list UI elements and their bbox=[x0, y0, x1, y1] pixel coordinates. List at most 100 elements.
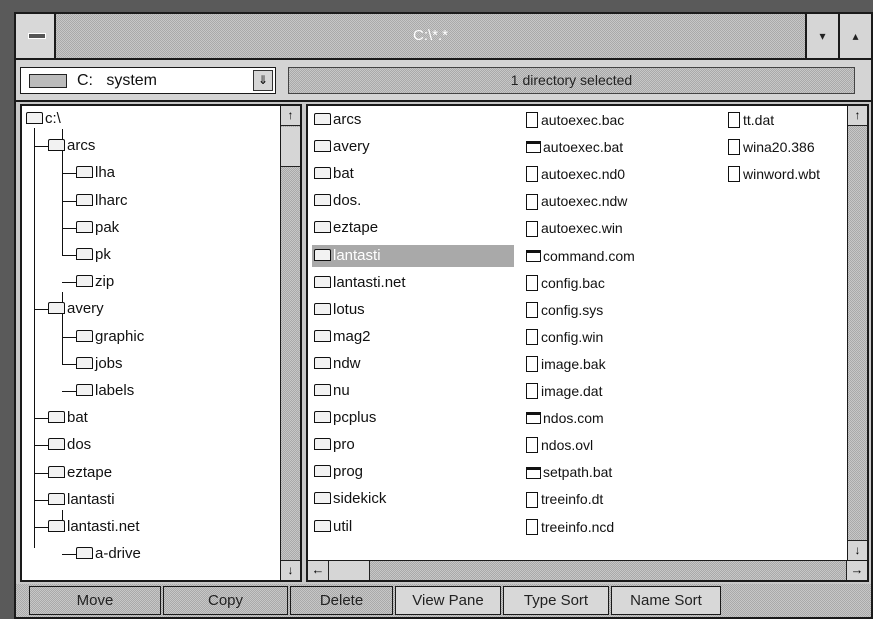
view-pane-button[interactable]: View Pane bbox=[395, 586, 501, 615]
directory-item[interactable]: arcs bbox=[314, 109, 361, 131]
file-item[interactable]: image.bak bbox=[526, 353, 606, 375]
files-scroll-right-button[interactable]: → bbox=[846, 561, 867, 580]
drive-selector[interactable]: C: system ⇓ bbox=[20, 67, 276, 94]
tree-node-label: jobs bbox=[95, 354, 123, 372]
file-item-label: config.win bbox=[541, 328, 604, 345]
tree-node[interactable]: lantasti.net bbox=[48, 516, 140, 538]
files-vertical-scrollbar[interactable]: ↑ ↓ bbox=[847, 106, 867, 580]
minimize-button[interactable]: ▾ bbox=[805, 14, 838, 58]
tree-vertical-scrollbar[interactable]: ↑ ↓ bbox=[280, 106, 300, 580]
files-horizontal-scrollbar[interactable]: ← → bbox=[308, 560, 867, 580]
file-item[interactable]: config.win bbox=[526, 326, 603, 348]
folder-icon bbox=[48, 520, 65, 533]
tree-node[interactable]: pak bbox=[76, 217, 119, 239]
tree-node[interactable]: lharc bbox=[76, 190, 128, 212]
tree-node[interactable]: graphic bbox=[76, 326, 144, 348]
type-sort-button[interactable]: Type Sort bbox=[503, 586, 609, 615]
file-item[interactable]: command.com bbox=[526, 245, 635, 267]
move-button[interactable]: Move bbox=[29, 586, 161, 615]
file-item[interactable]: autoexec.nd0 bbox=[526, 163, 625, 185]
file-item[interactable]: wina20.386 bbox=[728, 136, 815, 158]
drive-dropdown-button[interactable]: ⇓ bbox=[253, 70, 273, 91]
file-item-label: setpath.bat bbox=[543, 464, 613, 481]
tree-scroll-thumb[interactable] bbox=[281, 127, 300, 167]
files-scroll-left-button[interactable]: ← bbox=[308, 561, 329, 580]
document-icon bbox=[526, 274, 538, 291]
tree-node[interactable]: avery bbox=[48, 298, 104, 320]
file-item[interactable]: treeinfo.ncd bbox=[526, 516, 614, 538]
file-item[interactable]: config.bac bbox=[526, 272, 605, 294]
directory-item[interactable]: prog bbox=[314, 461, 363, 483]
directory-item[interactable]: mag2 bbox=[314, 326, 371, 348]
folder-icon bbox=[48, 139, 65, 152]
copy-button[interactable]: Copy bbox=[163, 586, 288, 615]
directory-item[interactable]: lantasti bbox=[312, 244, 514, 267]
file-item[interactable]: tt.dat bbox=[728, 109, 774, 131]
tree-node[interactable]: eztape bbox=[48, 462, 112, 484]
directory-item[interactable]: ndw bbox=[314, 353, 361, 375]
file-item[interactable]: ndos.ovl bbox=[526, 434, 593, 456]
files-scroll-thumb[interactable] bbox=[329, 561, 370, 580]
document-icon bbox=[526, 193, 538, 210]
directory-item[interactable]: lantasti.net bbox=[314, 272, 406, 294]
tree-node[interactable]: jobs bbox=[76, 353, 123, 375]
program-file-icon bbox=[526, 141, 541, 154]
tree-node-root[interactable]: c:\ bbox=[26, 108, 61, 130]
tree-line bbox=[34, 309, 48, 311]
file-item[interactable]: autoexec.bat bbox=[526, 136, 623, 158]
directory-item[interactable]: avery bbox=[314, 136, 370, 158]
file-item-label: lantasti bbox=[333, 246, 381, 264]
file-manager-window: C:\*.* ▾ ▴ C: system ⇓ 1 directory selec… bbox=[14, 12, 873, 619]
directory-item[interactable]: util bbox=[314, 516, 352, 538]
file-item[interactable]: treeinfo.dt bbox=[526, 488, 603, 510]
directory-tree-pane[interactable]: ↑ ↓ c:\ arcs lha lharc pak pk zip avery graphic j… bbox=[20, 104, 302, 582]
tree-node[interactable]: dos bbox=[48, 434, 91, 456]
tree-node[interactable]: lantasti bbox=[48, 489, 115, 511]
tree-node[interactable]: labels bbox=[76, 380, 134, 402]
folder-icon bbox=[314, 113, 331, 126]
file-item[interactable]: winword.wbt bbox=[728, 163, 820, 185]
maximize-button[interactable]: ▴ bbox=[838, 14, 871, 58]
tree-node[interactable]: lha bbox=[76, 162, 115, 184]
directory-item[interactable]: eztape bbox=[314, 217, 378, 239]
tree-node[interactable]: arcs bbox=[48, 135, 95, 157]
document-icon bbox=[526, 356, 538, 373]
window-title: C:\*.* bbox=[412, 27, 448, 44]
folder-icon bbox=[48, 411, 65, 424]
system-menu-button[interactable] bbox=[16, 14, 56, 58]
file-item-label: pcplus bbox=[333, 409, 377, 427]
file-item[interactable]: autoexec.win bbox=[526, 217, 623, 239]
file-item[interactable]: autoexec.bac bbox=[526, 109, 624, 131]
directory-item[interactable]: lotus bbox=[314, 299, 365, 321]
name-sort-button[interactable]: Name Sort bbox=[611, 586, 721, 615]
directory-item[interactable]: bat bbox=[314, 163, 354, 185]
file-list-pane[interactable]: ↑ ↓ ← → arcs avery bat dos. eztape lantasti la… bbox=[306, 104, 869, 582]
file-item[interactable]: setpath.bat bbox=[526, 461, 612, 483]
title-bar[interactable]: C:\*.* ▾ ▴ bbox=[16, 14, 871, 60]
tree-node[interactable]: bat bbox=[48, 407, 88, 429]
program-file-icon bbox=[526, 412, 541, 425]
directory-item[interactable]: pcplus bbox=[314, 407, 376, 429]
files-scroll-down-button[interactable]: ↓ bbox=[848, 540, 867, 560]
tree-line bbox=[62, 336, 76, 338]
tree-scroll-up-button[interactable]: ↑ bbox=[281, 106, 300, 126]
delete-button[interactable]: Delete bbox=[290, 586, 393, 615]
file-item-label: sidekick bbox=[333, 490, 387, 508]
file-item[interactable]: config.sys bbox=[526, 299, 603, 321]
files-scroll-up-button[interactable]: ↑ bbox=[848, 106, 867, 126]
tree-scroll-down-button[interactable]: ↓ bbox=[281, 560, 300, 580]
file-item-label: autoexec.bat bbox=[543, 139, 624, 156]
file-item[interactable]: image.dat bbox=[526, 380, 602, 402]
tree-node[interactable]: zip bbox=[76, 271, 114, 293]
tree-node[interactable]: pk bbox=[76, 244, 111, 266]
directory-item[interactable]: sidekick bbox=[314, 488, 386, 510]
directory-item[interactable]: nu bbox=[314, 380, 350, 402]
directory-item[interactable]: dos. bbox=[314, 190, 361, 212]
directory-item[interactable]: pro bbox=[314, 434, 355, 456]
file-item[interactable]: autoexec.ndw bbox=[526, 190, 627, 212]
tree-node[interactable]: a-drive bbox=[76, 543, 141, 565]
file-item-label: command.com bbox=[543, 247, 635, 264]
file-item-label: config.bac bbox=[541, 274, 605, 291]
file-item-label: tt.dat bbox=[743, 112, 775, 128]
file-item[interactable]: ndos.com bbox=[526, 407, 604, 429]
